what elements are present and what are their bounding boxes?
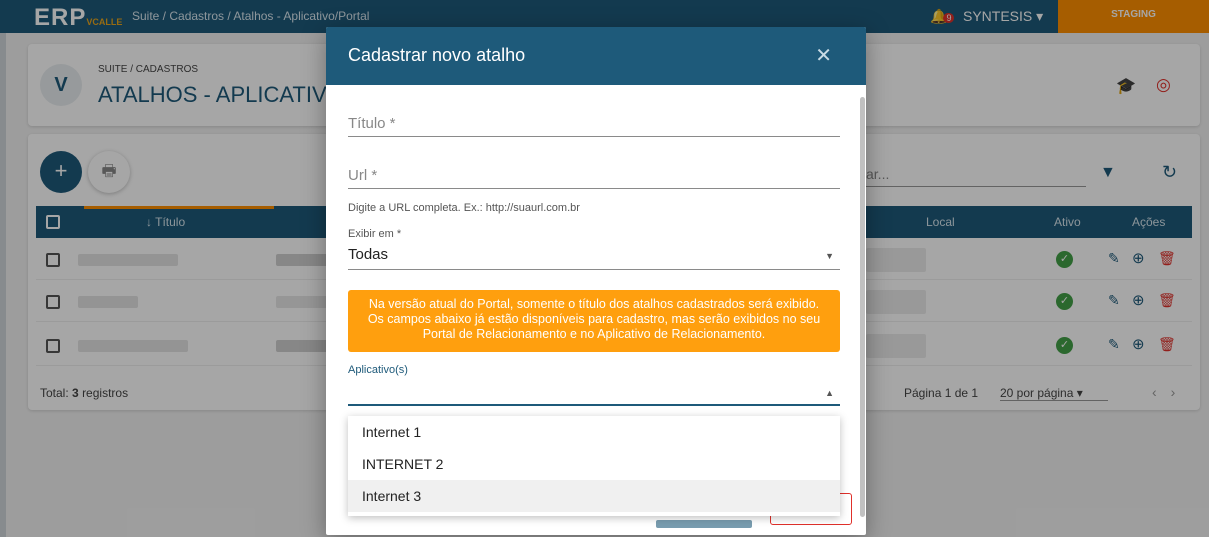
title-field[interactable]: Título * — [348, 115, 840, 137]
dialog-header: Cadastrar novo atalho ✕ — [326, 27, 866, 85]
apps-dropdown: Internet 1 INTERNET 2 Internet 3 — [348, 416, 840, 516]
display-in-label: Exibir em * — [348, 228, 402, 240]
apps-select[interactable]: Aplicativo(s) ▲ — [348, 364, 840, 406]
url-field-underline — [348, 188, 840, 189]
apps-value: ▲ — [348, 376, 840, 406]
url-hint: Digite a URL completa. Ex.: http://suaur… — [348, 202, 580, 214]
dialog-title: Cadastrar novo atalho — [348, 45, 526, 65]
dialog-scrollbar[interactable] — [860, 97, 865, 517]
new-shortcut-dialog: Cadastrar novo atalho ✕ Título * Url * D… — [326, 27, 866, 535]
display-in-value: Todas ▼ — [348, 246, 840, 270]
portal-warning-banner: Na versão atual do Portal, somente o tít… — [348, 290, 840, 352]
title-field-label: Título * — [348, 115, 396, 132]
display-in-select[interactable]: Exibir em * Todas ▼ — [348, 228, 840, 270]
dropdown-option[interactable]: Internet 3 — [348, 480, 840, 512]
close-icon[interactable]: ✕ — [815, 43, 832, 68]
apps-label: Aplicativo(s) — [348, 364, 408, 376]
dropdown-option[interactable]: Internet 1 — [348, 416, 840, 448]
title-field-underline — [348, 136, 840, 137]
caret-up-icon: ▲ — [825, 388, 834, 398]
save-button[interactable] — [656, 520, 752, 528]
url-field-label: Url * — [348, 167, 378, 184]
url-field[interactable]: Url * — [348, 167, 840, 189]
dropdown-option[interactable]: INTERNET 2 — [348, 448, 840, 480]
caret-down-icon: ▼ — [825, 251, 834, 261]
